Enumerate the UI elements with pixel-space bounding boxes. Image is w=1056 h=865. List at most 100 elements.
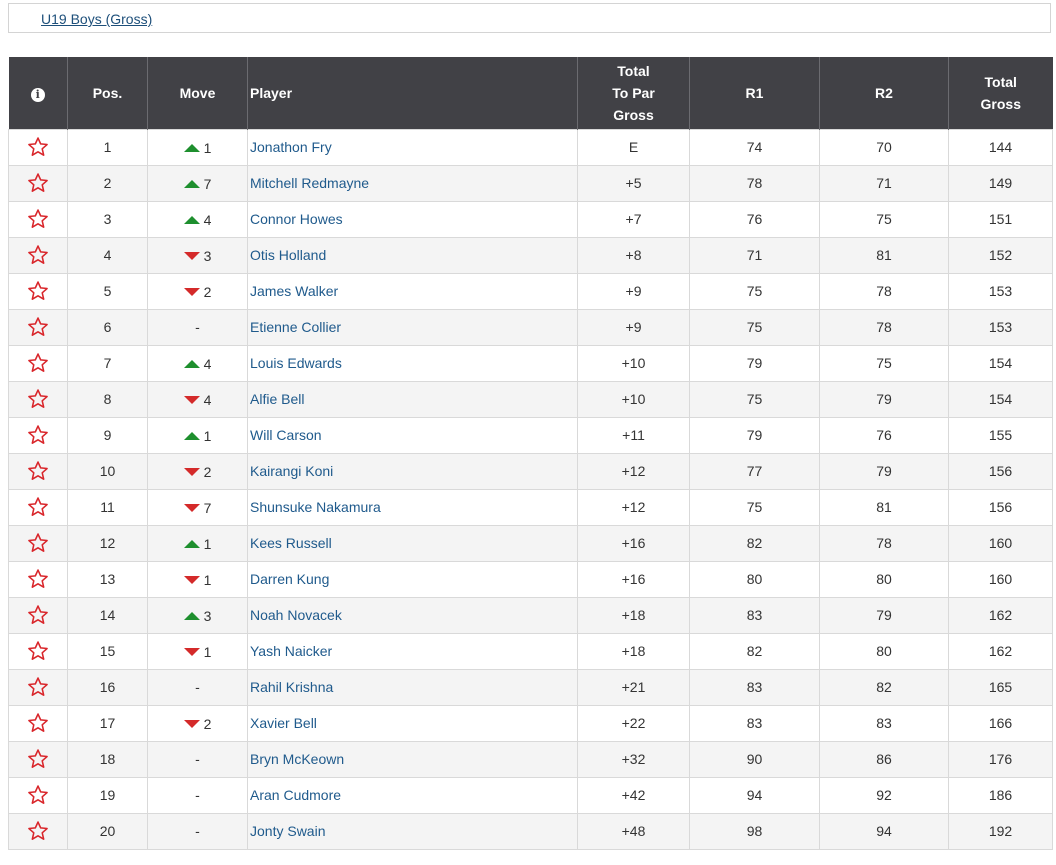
r2-cell: 83 bbox=[819, 704, 949, 742]
move-header[interactable]: Move bbox=[147, 57, 248, 129]
r2-cell: 79 bbox=[819, 452, 949, 490]
player-header[interactable]: Player bbox=[247, 57, 578, 129]
star-icon[interactable] bbox=[27, 136, 49, 158]
star-icon[interactable] bbox=[27, 640, 49, 662]
info-header[interactable]: i bbox=[8, 57, 68, 129]
player-link[interactable]: Xavier Bell bbox=[250, 715, 317, 731]
total-gross-cell: 160 bbox=[948, 560, 1053, 598]
pos-cell: 3 bbox=[67, 200, 148, 238]
to-par-header-line3: Gross bbox=[613, 106, 654, 123]
star-icon[interactable] bbox=[27, 244, 49, 266]
player-link[interactable]: Jonty Swain bbox=[250, 823, 325, 839]
player-link[interactable]: Noah Novacek bbox=[250, 607, 342, 623]
player-link[interactable]: Jonathon Fry bbox=[250, 139, 332, 155]
player-link[interactable]: Mitchell Redmayne bbox=[250, 175, 369, 191]
favorite-cell bbox=[8, 308, 68, 346]
arrow-down-icon bbox=[183, 575, 200, 584]
r2-header[interactable]: R2 bbox=[819, 57, 949, 129]
star-icon[interactable] bbox=[27, 532, 49, 554]
star-icon[interactable] bbox=[27, 280, 49, 302]
star-icon[interactable] bbox=[27, 172, 49, 194]
total-gross-cell: 153 bbox=[948, 272, 1053, 310]
star-icon[interactable] bbox=[27, 820, 49, 842]
star-icon[interactable] bbox=[27, 316, 49, 338]
player-link[interactable]: Kees Russell bbox=[250, 535, 332, 551]
player-link[interactable]: Louis Edwards bbox=[250, 355, 342, 371]
star-icon[interactable] bbox=[27, 712, 49, 734]
arrow-down-icon bbox=[183, 719, 200, 728]
star-icon[interactable] bbox=[27, 604, 49, 626]
star-icon[interactable] bbox=[27, 208, 49, 230]
pos-cell: 8 bbox=[67, 380, 148, 418]
move-value: 4 bbox=[203, 391, 212, 408]
favorite-cell bbox=[8, 452, 68, 490]
player-link[interactable]: Darren Kung bbox=[250, 571, 329, 587]
total-gross-header-line1: Total bbox=[984, 73, 1017, 90]
star-icon[interactable] bbox=[27, 352, 49, 374]
move-cell: - bbox=[147, 776, 248, 814]
player-link[interactable]: Shunsuke Nakamura bbox=[250, 499, 381, 515]
favorite-cell bbox=[8, 740, 68, 778]
player-cell: Will Carson bbox=[247, 416, 578, 454]
total-gross-cell: 156 bbox=[948, 488, 1053, 526]
table-row: 18 - Bryn McKeown +32 90 86 176 bbox=[8, 740, 1053, 778]
to-par-cell: +12 bbox=[577, 488, 690, 526]
r1-header[interactable]: R1 bbox=[689, 57, 820, 129]
star-icon[interactable] bbox=[27, 388, 49, 410]
player-link[interactable]: Aran Cudmore bbox=[250, 787, 341, 803]
pos-cell: 6 bbox=[67, 308, 148, 346]
player-link[interactable]: Otis Holland bbox=[250, 247, 326, 263]
pos-header[interactable]: Pos. bbox=[67, 57, 148, 129]
table-row: 14 3 Noah Novacek +18 83 79 162 bbox=[8, 596, 1053, 634]
move-cell: 4 bbox=[147, 200, 248, 238]
move-value: - bbox=[195, 823, 200, 839]
to-par-cell: +8 bbox=[577, 236, 690, 274]
r2-cell: 78 bbox=[819, 308, 949, 346]
move-cell: - bbox=[147, 668, 248, 706]
table-row: 13 1 Darren Kung +16 80 80 160 bbox=[8, 560, 1053, 598]
move-value: 1 bbox=[203, 535, 212, 552]
total-gross-header[interactable]: Total Gross bbox=[948, 57, 1053, 129]
star-icon[interactable] bbox=[27, 676, 49, 698]
star-icon[interactable] bbox=[27, 748, 49, 770]
pos-cell: 15 bbox=[67, 632, 148, 670]
r1-cell: 76 bbox=[689, 200, 820, 238]
player-link[interactable]: Kairangi Koni bbox=[250, 463, 333, 479]
player-cell: James Walker bbox=[247, 272, 578, 310]
table-row: 5 2 James Walker +9 75 78 153 bbox=[8, 272, 1053, 310]
player-link[interactable]: James Walker bbox=[250, 283, 338, 299]
player-link[interactable]: Bryn McKeown bbox=[250, 751, 344, 767]
arrow-up-icon bbox=[183, 359, 200, 368]
pos-cell: 11 bbox=[67, 488, 148, 526]
favorite-cell bbox=[8, 488, 68, 526]
info-icon[interactable]: i bbox=[30, 87, 45, 102]
move-cell: 2 bbox=[147, 704, 248, 742]
star-icon[interactable] bbox=[27, 568, 49, 590]
player-link[interactable]: Etienne Collier bbox=[250, 319, 341, 335]
star-icon[interactable] bbox=[27, 784, 49, 806]
r1-cell: 82 bbox=[689, 632, 820, 670]
total-gross-header-line2: Gross bbox=[980, 95, 1021, 112]
to-par-header[interactable]: Total To Par Gross bbox=[577, 57, 690, 129]
player-link[interactable]: Yash Naicker bbox=[250, 643, 332, 659]
move-indicator: 4 bbox=[183, 356, 211, 372]
player-link[interactable]: Connor Howes bbox=[250, 211, 343, 227]
player-link[interactable]: Rahil Krishna bbox=[250, 679, 333, 695]
star-icon[interactable] bbox=[27, 424, 49, 446]
star-icon[interactable] bbox=[27, 496, 49, 518]
favorite-cell bbox=[8, 560, 68, 598]
player-link[interactable]: Alfie Bell bbox=[250, 391, 304, 407]
move-indicator: 1 bbox=[183, 535, 212, 552]
star-icon[interactable] bbox=[27, 460, 49, 482]
total-gross-cell: 149 bbox=[948, 164, 1053, 202]
favorite-cell bbox=[8, 416, 68, 454]
r2-cell: 94 bbox=[819, 812, 949, 850]
division-tab-link[interactable]: U19 Boys (Gross) bbox=[41, 11, 152, 27]
to-par-cell: E bbox=[577, 128, 690, 166]
pos-cell: 5 bbox=[67, 272, 148, 310]
player-link[interactable]: Will Carson bbox=[250, 427, 322, 443]
r1-cell: 83 bbox=[689, 704, 820, 742]
player-cell: Kees Russell bbox=[247, 524, 578, 562]
table-row: 11 7 Shunsuke Nakamura +12 75 81 156 bbox=[8, 488, 1053, 526]
pos-cell: 12 bbox=[67, 524, 148, 562]
